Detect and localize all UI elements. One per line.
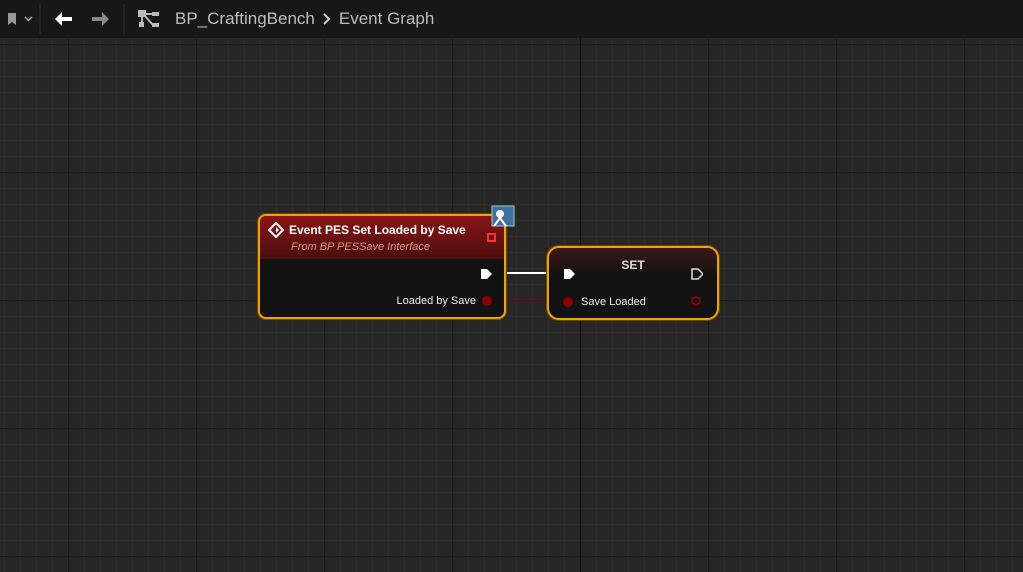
exec-out-pin[interactable]	[691, 268, 703, 280]
bool-pin-icon	[482, 296, 492, 306]
exec-out-pin[interactable]	[480, 268, 492, 280]
delegate-pin[interactable]	[487, 233, 496, 242]
loaded-by-save-pin[interactable]: Loaded by Save	[396, 295, 492, 307]
pin-label: Save Loaded	[581, 296, 646, 308]
event-node-title: Event PES Set Loaded by Save	[289, 223, 466, 237]
wires	[490, 272, 565, 301]
save-loaded-pin[interactable]: Save Loaded	[563, 296, 646, 308]
pin-label: Loaded by Save	[396, 295, 476, 307]
set-node[interactable]: SET Save Loaded	[547, 246, 719, 320]
event-node-subtitle: From BP PESSave Interface	[291, 241, 430, 253]
event-node[interactable]: Event PES Set Loaded by Save From BP PES…	[258, 205, 515, 319]
bool-pin-icon	[563, 297, 573, 307]
event-diamond-icon	[268, 222, 284, 238]
exec-pin-icon	[481, 269, 492, 279]
event-node-header: Event PES Set Loaded by Save From BP PES…	[260, 216, 504, 259]
interface-icon	[491, 205, 515, 227]
exec-in-pin[interactable]	[563, 268, 575, 280]
bool-out-pin[interactable]	[691, 296, 701, 306]
